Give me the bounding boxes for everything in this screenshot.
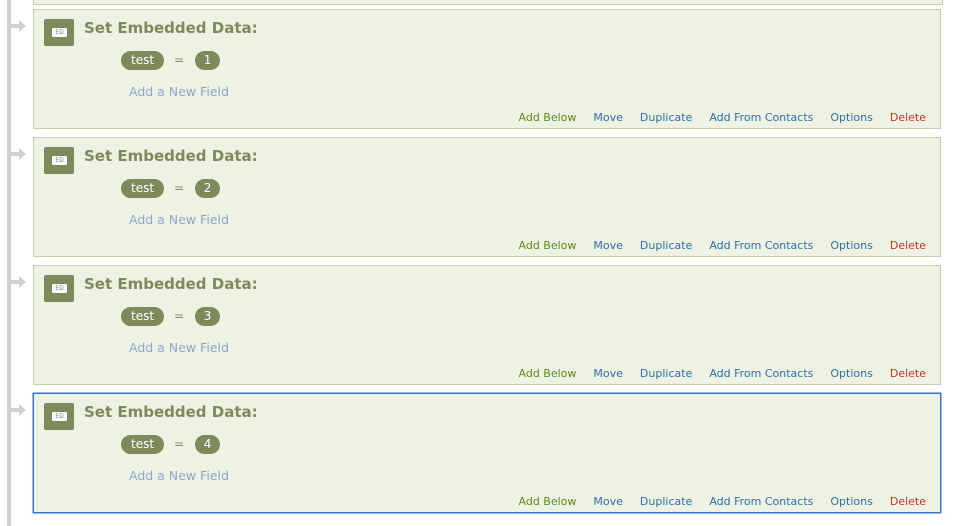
delete-link[interactable]: Delete [890, 495, 926, 508]
embedded-data-icon-label: ED [52, 284, 67, 293]
field-value-pill[interactable]: 1 [195, 50, 221, 70]
flow-arrow-icon [9, 20, 26, 32]
block-title: Set Embedded Data: [84, 19, 258, 37]
field-name-pill[interactable]: test [121, 306, 165, 326]
field-name-pill[interactable]: test [121, 50, 165, 70]
embedded-data-icon: ED [44, 19, 74, 46]
field-value-pill[interactable]: 4 [195, 434, 221, 454]
block-actions: Add Below Move Duplicate Add From Contac… [502, 239, 926, 252]
embedded-field-row: test = 2 [121, 178, 221, 198]
equals-sign: = [174, 181, 185, 195]
delete-link[interactable]: Delete [890, 111, 926, 124]
block-actions: Add Below Move Duplicate Add From Contac… [502, 367, 926, 380]
embedded-field-row: test = 3 [121, 306, 221, 326]
add-from-contacts-link[interactable]: Add From Contacts [709, 239, 813, 252]
options-link[interactable]: Options [830, 111, 872, 124]
options-link[interactable]: Options [830, 367, 872, 380]
move-link[interactable]: Move [593, 111, 623, 124]
flow-arrow-icon [9, 404, 26, 416]
move-link[interactable]: Move [593, 367, 623, 380]
options-link[interactable]: Options [830, 239, 872, 252]
equals-sign: = [174, 53, 185, 67]
equals-sign: = [174, 437, 185, 451]
embedded-data-icon: ED [44, 147, 74, 174]
embedded-field-row: test = 4 [121, 434, 221, 454]
embedded-data-icon-label: ED [52, 28, 67, 37]
block-title: Set Embedded Data: [84, 275, 258, 293]
previous-flow-element-edge [33, 0, 943, 5]
field-name-pill[interactable]: test [121, 178, 165, 198]
field-name-pill[interactable]: test [121, 434, 165, 454]
embedded-data-icon: ED [44, 275, 74, 302]
add-from-contacts-link[interactable]: Add From Contacts [709, 495, 813, 508]
equals-sign: = [174, 309, 185, 323]
delete-link[interactable]: Delete [890, 239, 926, 252]
add-new-field-link[interactable]: Add a New Field [129, 468, 229, 483]
embedded-data-block-selected[interactable]: ED Set Embedded Data: test = 4 Add a New… [33, 393, 941, 513]
embedded-data-icon-label: ED [52, 412, 67, 421]
duplicate-link[interactable]: Duplicate [640, 111, 692, 124]
add-new-field-link[interactable]: Add a New Field [129, 84, 229, 99]
flow-arrow-icon [9, 276, 26, 288]
embedded-data-icon-label: ED [52, 156, 67, 165]
block-title: Set Embedded Data: [84, 147, 258, 165]
flow-connector-line [7, 0, 11, 526]
add-from-contacts-link[interactable]: Add From Contacts [709, 367, 813, 380]
block-actions: Add Below Move Duplicate Add From Contac… [502, 495, 926, 508]
duplicate-link[interactable]: Duplicate [640, 239, 692, 252]
add-new-field-link[interactable]: Add a New Field [129, 212, 229, 227]
embedded-data-icon: ED [44, 403, 74, 430]
embedded-data-block[interactable]: ED Set Embedded Data: test = 2 Add a New… [33, 137, 941, 257]
block-title: Set Embedded Data: [84, 403, 258, 421]
options-link[interactable]: Options [830, 495, 872, 508]
field-value-pill[interactable]: 3 [195, 306, 221, 326]
survey-flow-canvas: ED Set Embedded Data: test = 1 Add a New… [0, 0, 957, 526]
duplicate-link[interactable]: Duplicate [640, 367, 692, 380]
add-below-link[interactable]: Add Below [519, 367, 577, 380]
field-value-pill[interactable]: 2 [195, 178, 221, 198]
add-below-link[interactable]: Add Below [519, 495, 577, 508]
flow-arrow-icon [9, 148, 26, 160]
embedded-data-block[interactable]: ED Set Embedded Data: test = 1 Add a New… [33, 9, 941, 129]
block-actions: Add Below Move Duplicate Add From Contac… [502, 111, 926, 124]
embedded-data-block[interactable]: ED Set Embedded Data: test = 3 Add a New… [33, 265, 941, 385]
move-link[interactable]: Move [593, 495, 623, 508]
embedded-field-row: test = 1 [121, 50, 221, 70]
add-from-contacts-link[interactable]: Add From Contacts [709, 111, 813, 124]
add-new-field-link[interactable]: Add a New Field [129, 340, 229, 355]
move-link[interactable]: Move [593, 239, 623, 252]
duplicate-link[interactable]: Duplicate [640, 495, 692, 508]
add-below-link[interactable]: Add Below [519, 239, 577, 252]
delete-link[interactable]: Delete [890, 367, 926, 380]
add-below-link[interactable]: Add Below [519, 111, 577, 124]
